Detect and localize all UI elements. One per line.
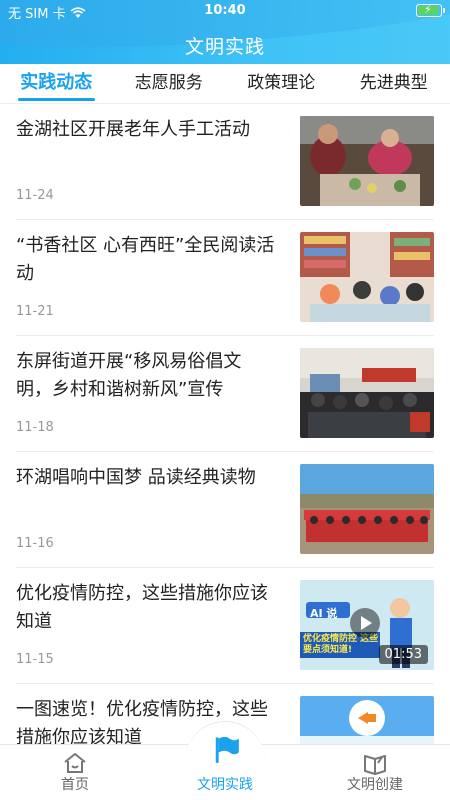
news-date: 11-18 xyxy=(16,420,54,435)
flag-icon xyxy=(215,736,239,763)
video-thumbnail[interactable]: AI 说 优化疫情防控 这些要点须知道! 01:53 xyxy=(300,580,434,670)
bottom-nav: 首页 文明实践 文明创建 xyxy=(0,721,450,800)
news-title: 东屏街道开展“移风易俗倡文明，乡村和谐树新风”宣传 xyxy=(16,351,242,400)
status-time: 10:40 xyxy=(204,3,246,18)
news-thumbnail xyxy=(300,348,434,438)
list-item[interactable]: 环湖唱响中国梦 品读经典读物 11-16 xyxy=(16,452,434,568)
nav-item-civilization-practice[interactable]: 文明实践 xyxy=(150,721,300,800)
nav-label: 首页 xyxy=(61,777,89,793)
list-item[interactable]: 金湖社区开展老年人手工活动 11-24 xyxy=(16,104,434,220)
nav-label: 文明实践 xyxy=(197,777,253,793)
video-duration: 01:53 xyxy=(378,645,428,664)
news-thumbnail xyxy=(300,464,434,554)
book-icon xyxy=(364,755,386,775)
nav-label: 文明创建 xyxy=(347,777,403,793)
category-tabs: 实践动态 志愿服务 政策理论 先进典型 xyxy=(0,64,450,104)
thumb-caption-label: AI 说 xyxy=(310,607,338,620)
play-icon[interactable] xyxy=(350,608,380,638)
news-title: 金湖社区开展老年人手工活动 xyxy=(16,119,250,140)
status-bar: 无 SIM 卡 10:40 ⚡ xyxy=(0,0,450,22)
nav-item-home[interactable]: 首页 xyxy=(0,745,150,800)
app-header: 无 SIM 卡 10:40 ⚡ 文明实践 xyxy=(0,0,450,64)
list-item[interactable]: 东屏街道开展“移风易俗倡文明，乡村和谐树新风”宣传 11-18 xyxy=(16,336,434,452)
list-item[interactable]: 优化疫情防控，这些措施你应该知道 11-15 AI 说 优化疫情防控 这些要点须… xyxy=(16,568,434,684)
tab-volunteer-service[interactable]: 志愿服务 xyxy=(113,64,226,103)
tab-practice-news[interactable]: 实践动态 xyxy=(0,64,113,103)
news-thumbnail xyxy=(300,116,434,206)
list-item[interactable]: “书香社区 心有西旺”全民阅读活动 11-21 xyxy=(16,220,434,336)
page-title: 文明实践 xyxy=(184,36,265,58)
battery-icon: ⚡ xyxy=(416,3,445,17)
tab-policy-theory[interactable]: 政策理论 xyxy=(225,64,338,103)
nav-item-civilization-creation[interactable]: 文明创建 xyxy=(300,745,450,800)
news-title: 环湖唱响中国梦 品读经典读物 xyxy=(16,467,256,488)
news-list: 金湖社区开展老年人手工活动 11-24 “书香社区 心有西旺”全民阅读活动 11… xyxy=(0,104,450,744)
news-date: 11-24 xyxy=(16,188,54,203)
tab-role-models[interactable]: 先进典型 xyxy=(338,64,450,103)
news-thumbnail xyxy=(300,696,434,744)
news-title: “书香社区 心有西旺”全民阅读活动 xyxy=(16,235,275,284)
news-date: 11-21 xyxy=(16,304,54,319)
news-date: 11-15 xyxy=(16,652,54,667)
home-icon xyxy=(64,753,86,773)
news-date: 11-16 xyxy=(16,536,54,551)
news-thumbnail xyxy=(300,232,434,322)
news-title: 优化疫情防控，这些措施你应该知道 xyxy=(16,583,268,632)
